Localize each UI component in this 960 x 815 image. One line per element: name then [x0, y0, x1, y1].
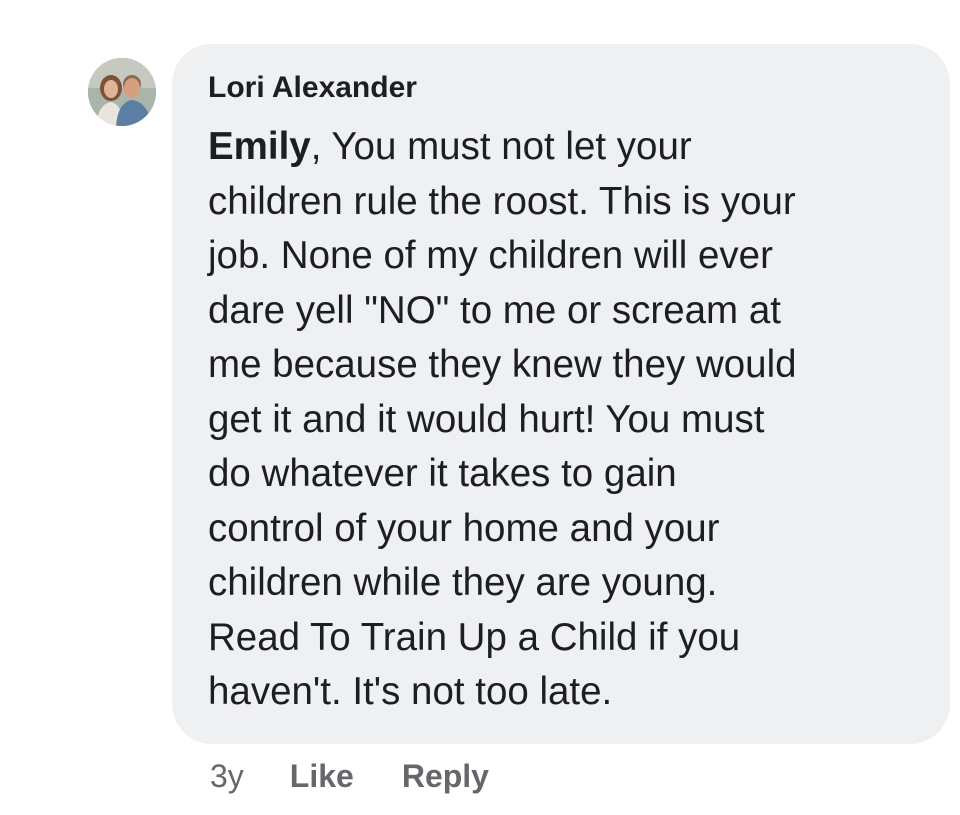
comment: Lori Alexander Emily, You must not let y…: [0, 0, 960, 815]
mention-link[interactable]: Emily: [208, 125, 311, 168]
comment-bubble: Lori Alexander Emily, You must not let y…: [172, 44, 950, 744]
comment-text: Emily, You must not let your children ru…: [208, 120, 908, 720]
author-name[interactable]: Lori Alexander: [208, 68, 914, 108]
profile-photo-icon: [88, 58, 156, 126]
timestamp[interactable]: 3y: [210, 758, 244, 795]
comment-actions: 3y Like Reply: [210, 758, 537, 794]
comment-body: , You must not let your children rule th…: [208, 125, 797, 713]
like-button[interactable]: Like: [290, 758, 354, 795]
author-avatar[interactable]: [88, 58, 156, 126]
reply-button[interactable]: Reply: [402, 758, 489, 795]
